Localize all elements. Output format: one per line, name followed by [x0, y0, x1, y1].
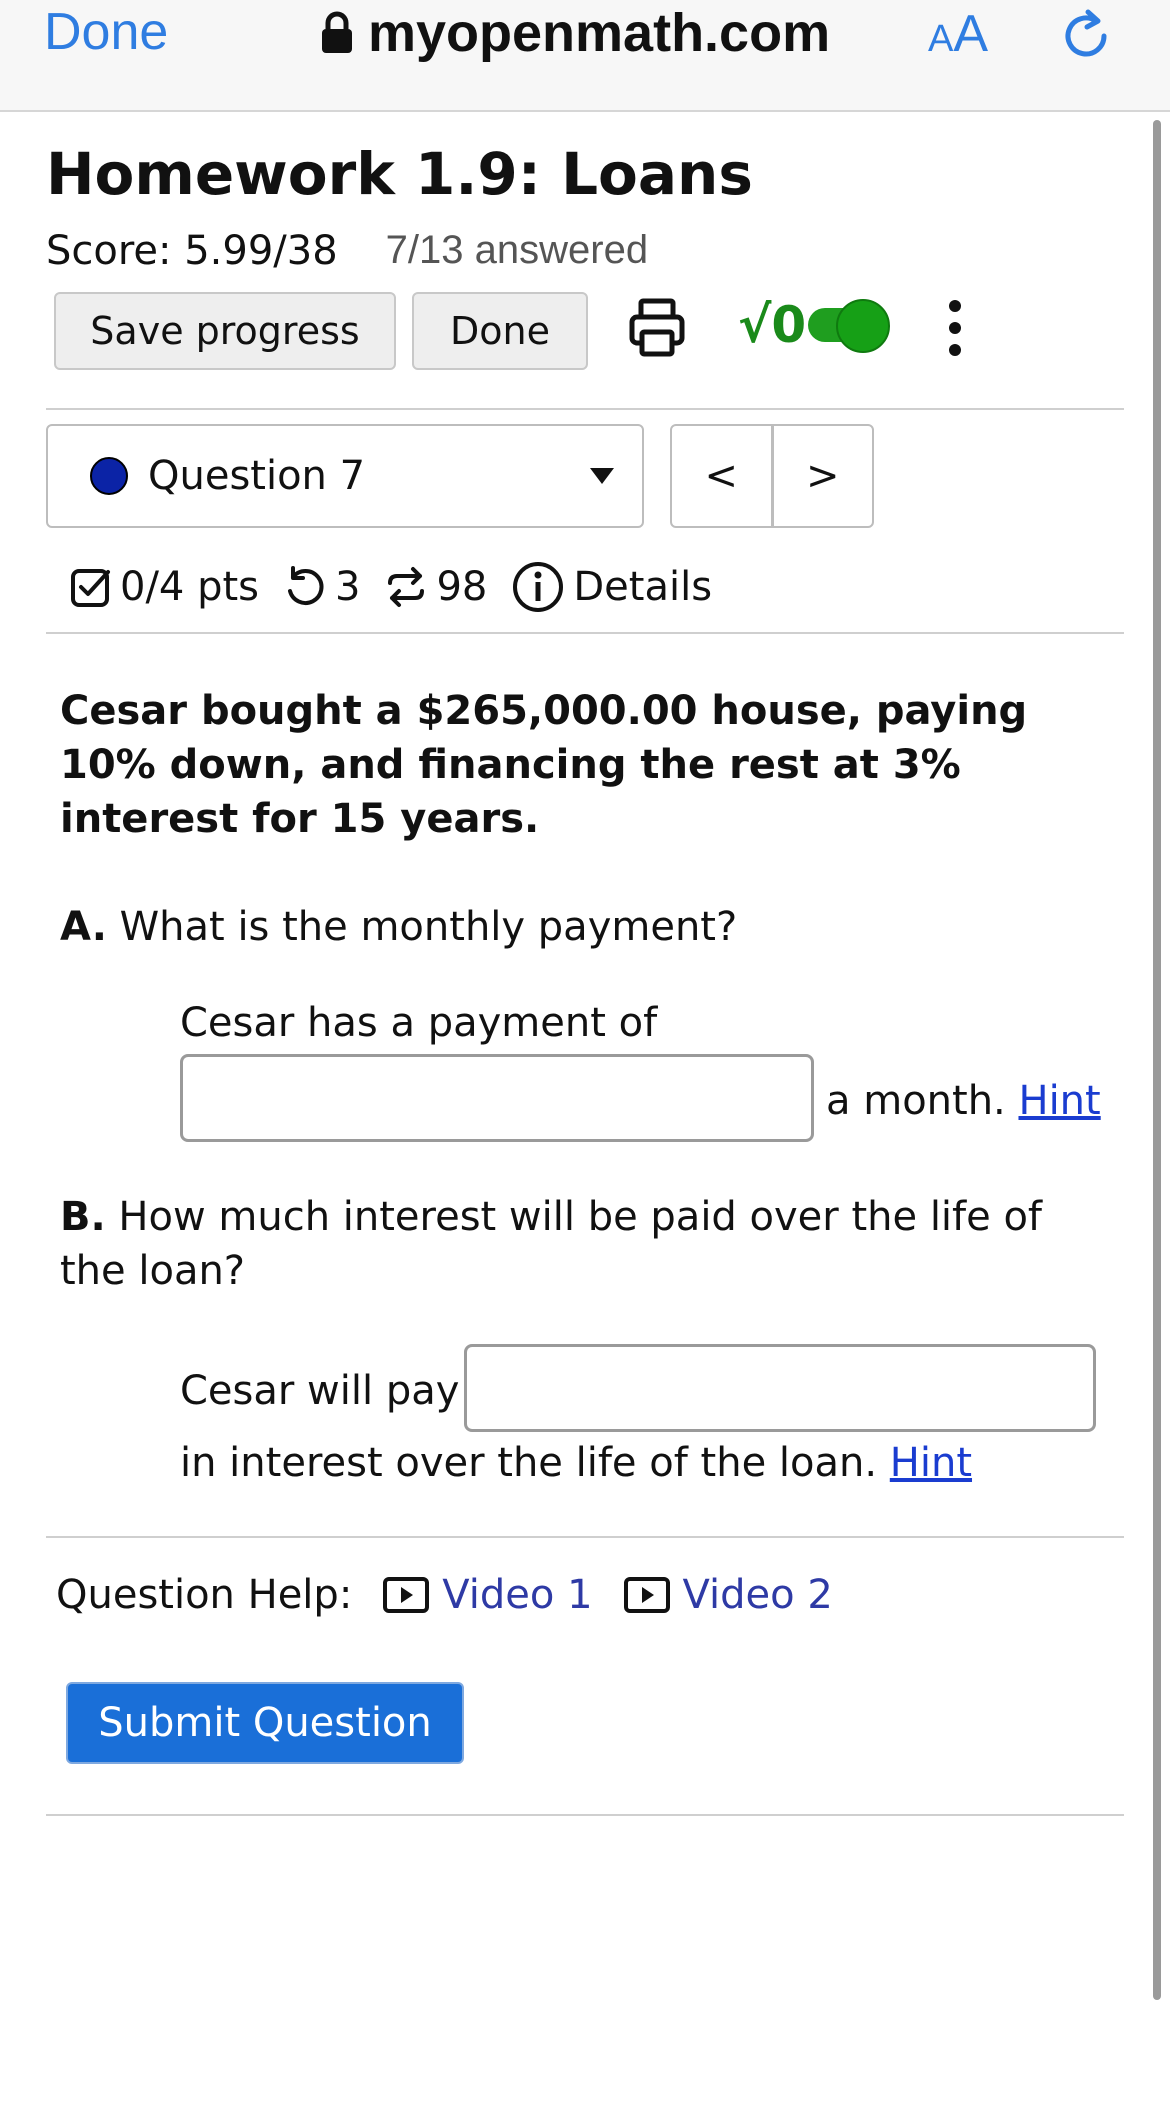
part-b-text: How much interest will be paid over the …	[60, 1194, 1042, 1294]
browser-toolbar: Done myopenmath.com AA	[0, 0, 1170, 112]
problem-statement: Cesar bought a $265,000.00 house, paying…	[60, 688, 1028, 842]
video-2-link[interactable]: Video 2	[623, 1572, 833, 1618]
text-size-large-a: A	[953, 5, 989, 63]
question-select-value: Question 7	[148, 453, 366, 499]
toggle-knob	[836, 299, 891, 353]
address-bar[interactable]: myopenmath.com	[320, 2, 830, 64]
next-question-button[interactable]: >	[774, 426, 873, 526]
points-text: 0/4 pts	[120, 564, 260, 610]
details-label: Details	[573, 564, 713, 610]
reload-icon[interactable]	[1058, 6, 1114, 62]
caret-down-icon	[590, 468, 614, 484]
sqrt-icon: √0	[738, 296, 807, 354]
video-1-link[interactable]: Video 1	[382, 1572, 593, 1618]
prev-question-button[interactable]: <	[672, 426, 774, 526]
more-options-icon[interactable]	[940, 296, 970, 360]
divider	[46, 408, 1124, 410]
submit-question-button[interactable]: Submit Question	[66, 1682, 464, 1764]
question-select[interactable]: Question 7	[46, 424, 644, 528]
scrollbar[interactable]	[1153, 120, 1161, 2000]
part-b-after-text: in interest over the life of the loan.	[180, 1440, 878, 1486]
text-size-button[interactable]: AA	[928, 4, 988, 64]
math-entry-toggle[interactable]: √0	[738, 296, 891, 354]
checkbox-icon	[71, 569, 110, 607]
versions-icon	[388, 567, 425, 607]
part-b-prompt: Cesar will pay	[180, 1368, 460, 1414]
question-nav: < >	[670, 424, 874, 528]
part-a-text: What is the monthly payment?	[119, 904, 738, 950]
hint-link-b[interactable]: Hint	[890, 1440, 972, 1486]
video-1-label: Video 1	[442, 1572, 593, 1618]
part-a-prompt: Cesar has a payment of	[180, 1000, 658, 1046]
hint-link-a[interactable]: Hint	[1018, 1078, 1100, 1124]
divider	[46, 632, 1124, 634]
video-2-label: Video 2	[682, 1572, 833, 1618]
versions-count: 98	[436, 564, 488, 610]
lock-icon	[322, 11, 352, 53]
divider	[46, 1814, 1124, 1816]
question-help-label: Question Help:	[56, 1572, 353, 1618]
video-icon	[383, 1577, 430, 1613]
score-row: Score: 5.99/38 7/13 answered	[46, 228, 648, 274]
video-icon	[623, 1577, 670, 1613]
total-interest-input[interactable]	[464, 1344, 1096, 1432]
part-a-suffix: a month. Hint	[826, 1074, 1101, 1128]
question-help: Question Help: Video 1 Video 2	[56, 1572, 833, 1618]
part-a-after-text: a month.	[826, 1078, 1006, 1124]
retries-meta: 3	[283, 564, 360, 610]
part-b-suffix: in interest over the life of the loan. H…	[180, 1436, 972, 1490]
page-title: Homework 1.9: Loans	[46, 140, 753, 208]
url-text: myopenmath.com	[368, 3, 831, 63]
retry-icon	[288, 566, 324, 605]
versions-meta: 98	[384, 564, 487, 610]
info-icon	[513, 562, 564, 612]
answered-count: 7/13 answered	[385, 228, 649, 272]
text-size-small-a: A	[928, 18, 954, 60]
done-button[interactable]: Done	[412, 292, 588, 370]
points-meta: 0/4 pts	[70, 564, 259, 610]
part-a-letter: A.	[60, 904, 107, 950]
save-progress-button[interactable]: Save progress	[54, 292, 396, 370]
part-a-question: A. What is the monthly payment?	[60, 900, 1120, 954]
part-b-letter: B.	[60, 1194, 106, 1240]
details-link[interactable]: Details	[511, 560, 712, 614]
score-text: Score: 5.99/38	[46, 228, 338, 274]
part-b-question: B. How much interest will be paid over t…	[60, 1190, 1120, 1298]
retries-count: 3	[335, 564, 361, 610]
divider	[46, 1536, 1124, 1538]
browser-done-button[interactable]: Done	[44, 2, 168, 62]
print-icon[interactable]	[628, 296, 686, 360]
toggle-track	[808, 299, 891, 353]
question-meta: 0/4 pts 3 98 Details	[70, 560, 736, 614]
question-status-dot	[90, 457, 128, 495]
monthly-payment-input[interactable]	[180, 1054, 814, 1142]
